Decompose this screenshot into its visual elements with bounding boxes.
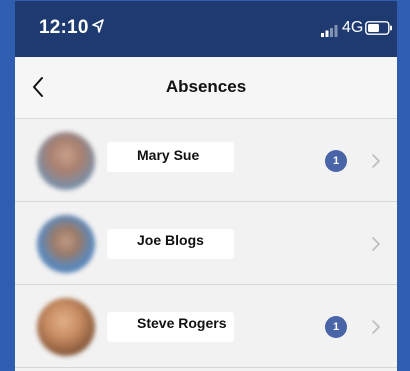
count-badge: 1 <box>325 316 347 338</box>
avatar <box>37 298 95 356</box>
chevron-right-icon <box>371 319 381 340</box>
person-name: Steve Rogers <box>137 315 227 331</box>
status-time: 12:10 <box>39 17 89 38</box>
network-type: 4G <box>342 19 364 36</box>
count-badge: 1 <box>325 150 347 172</box>
list-item[interactable]: Joe Blogs <box>15 202 397 285</box>
location-arrow-icon <box>92 19 104 38</box>
chevron-right-icon <box>371 236 381 257</box>
navigation-bar: Absences <box>15 57 397 119</box>
list-item[interactable]: Steve Rogers 1 <box>15 285 397 368</box>
person-name: Mary Sue <box>137 147 200 163</box>
chevron-right-icon <box>371 153 381 174</box>
battery-icon <box>365 21 393 40</box>
absence-list: Mary Sue 1 Joe Blogs Steve Rogers 1 <box>15 119 397 368</box>
person-name: Joe Blogs <box>137 232 204 248</box>
list-item[interactable]: Mary Sue 1 <box>15 119 397 202</box>
avatar <box>37 132 95 190</box>
page-title: Absences <box>165 77 247 96</box>
avatar <box>37 215 95 273</box>
status-bar: 12:10 4G <box>15 1 397 57</box>
cellular-signal-icon <box>321 24 339 42</box>
